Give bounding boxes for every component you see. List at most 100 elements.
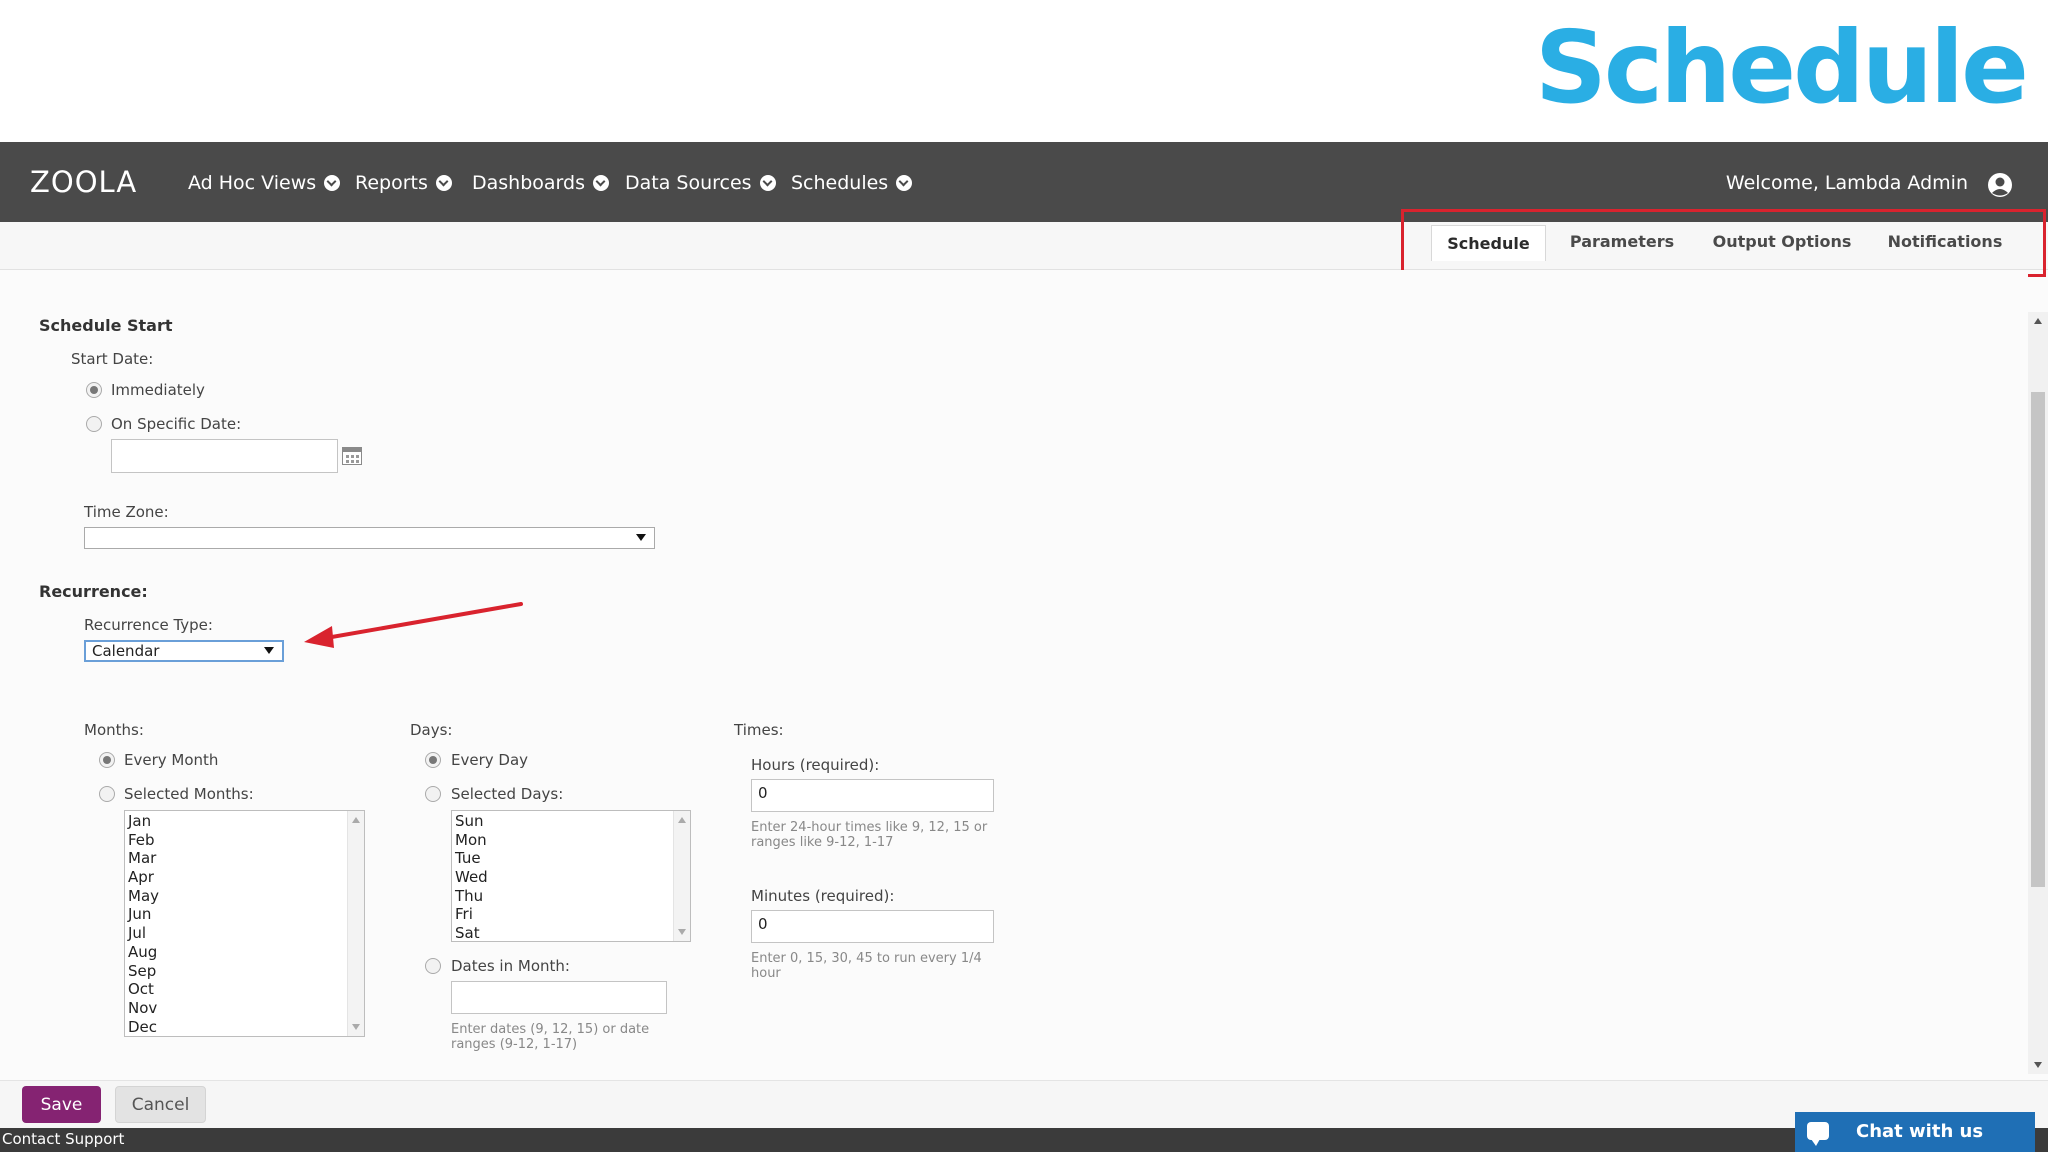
- dropdown-caret-icon: [264, 647, 274, 654]
- contact-support-link[interactable]: Contact Support: [0, 1130, 127, 1148]
- list-item[interactable]: Tue: [452, 849, 690, 868]
- user-account-icon[interactable]: [1987, 172, 2013, 198]
- months-listbox[interactable]: Jan Feb Mar Apr May Jun Jul Aug Sep Oct …: [124, 810, 365, 1037]
- dates-in-month-hint: Enter dates (9, 12, 15) or date ranges (…: [451, 1022, 650, 1052]
- chevron-down-icon: [592, 175, 609, 191]
- nav-data-sources[interactable]: Data Sources: [625, 168, 776, 198]
- dates-in-month-label: Dates in Month:: [451, 957, 570, 975]
- tab-strip: Schedule Parameters Output Options Notif…: [0, 222, 2048, 270]
- annotation-arrow-icon: [304, 602, 523, 648]
- chat-button[interactable]: Chat with us: [1795, 1112, 2035, 1152]
- selected-days-radio[interactable]: [425, 786, 441, 802]
- scroll-down-icon[interactable]: [352, 1024, 360, 1030]
- every-day-radio[interactable]: [425, 752, 441, 768]
- chat-bubble-icon: [1807, 1122, 1829, 1146]
- nav-ad-hoc-views[interactable]: Ad Hoc Views: [188, 168, 341, 198]
- bottom-bar: [0, 1128, 2048, 1152]
- tab-parameters[interactable]: Parameters: [1561, 222, 1683, 260]
- scroll-up-icon[interactable]: [678, 817, 686, 823]
- nav-label: Schedules: [791, 172, 889, 194]
- hours-label: Hours (required):: [751, 756, 880, 774]
- list-item[interactable]: Jun: [125, 905, 364, 924]
- list-item[interactable]: Mar: [125, 849, 364, 868]
- minutes-label: Minutes (required):: [751, 887, 895, 905]
- nav-dashboards[interactable]: Dashboards: [472, 168, 609, 198]
- tab-notifications[interactable]: Notifications: [1880, 222, 2010, 260]
- nav-label: Dashboards: [472, 172, 585, 194]
- save-button[interactable]: Save: [22, 1086, 101, 1123]
- selected-months-radio[interactable]: [99, 786, 115, 802]
- days-listbox[interactable]: Sun Mon Tue Wed Thu Fri Sat: [451, 810, 691, 942]
- recurrence-heading: Recurrence:: [39, 582, 148, 601]
- time-zone-label: Time Zone:: [84, 503, 169, 521]
- scroll-up-icon[interactable]: [2034, 318, 2042, 324]
- overlay-title: Schedule: [1534, 9, 2029, 126]
- list-item[interactable]: Wed: [452, 868, 690, 887]
- scrollbar-thumb[interactable]: [2031, 392, 2045, 887]
- list-item[interactable]: Sun: [452, 812, 690, 831]
- tab-schedule[interactable]: Schedule: [1431, 225, 1546, 261]
- zoola-logo[interactable]: ZOOLA: [30, 162, 154, 202]
- scroll-up-icon[interactable]: [352, 817, 360, 823]
- nav-label: Reports: [355, 172, 428, 194]
- minutes-input[interactable]: 0: [751, 910, 994, 943]
- nav-label: Data Sources: [625, 172, 752, 194]
- dates-in-month-radio[interactable]: [425, 958, 441, 974]
- nav-reports[interactable]: Reports: [355, 168, 452, 198]
- calendar-icon[interactable]: [342, 447, 362, 465]
- list-item[interactable]: Dec: [125, 1018, 364, 1036]
- welcome-text: Welcome, Lambda Admin: [1725, 172, 1968, 194]
- dates-in-month-input[interactable]: [451, 981, 667, 1014]
- list-item[interactable]: May: [125, 887, 364, 906]
- specific-date-input[interactable]: [111, 439, 338, 473]
- title-band: Schedule: [0, 0, 2048, 142]
- start-date-label: Start Date:: [71, 350, 154, 368]
- page-scrollbar[interactable]: [2028, 312, 2048, 1074]
- scroll-down-icon[interactable]: [678, 929, 686, 935]
- hours-input[interactable]: 0: [751, 779, 994, 812]
- recurrence-type-select[interactable]: Calendar: [84, 640, 284, 662]
- list-item[interactable]: Aug: [125, 943, 364, 962]
- selected-months-label: Selected Months:: [124, 785, 254, 803]
- top-navbar: ZOOLA Ad Hoc Views Reports Dashboards Da…: [0, 142, 2048, 222]
- list-item[interactable]: Nov: [125, 999, 364, 1018]
- list-item[interactable]: Feb: [125, 831, 364, 850]
- months-scrollbar[interactable]: [347, 811, 364, 1036]
- chevron-down-icon: [324, 175, 341, 191]
- every-month-label: Every Month: [124, 751, 219, 769]
- minutes-hint: Enter 0, 15, 30, 45 to run every 1/4 hou…: [751, 951, 982, 981]
- days-label: Days:: [410, 721, 453, 739]
- tab-output-options[interactable]: Output Options: [1705, 222, 1859, 260]
- recurrence-type-value: Calendar: [92, 642, 160, 660]
- nav-schedules[interactable]: Schedules: [791, 168, 913, 198]
- specific-date-radio[interactable]: [86, 416, 102, 432]
- list-item[interactable]: Jan: [125, 812, 364, 831]
- times-label: Times:: [734, 721, 784, 739]
- list-item[interactable]: Sep: [125, 962, 364, 981]
- form-footer: [0, 1080, 2048, 1128]
- every-day-label: Every Day: [451, 751, 529, 769]
- recurrence-type-label: Recurrence Type:: [84, 616, 213, 634]
- immediately-label: Immediately: [111, 381, 205, 399]
- time-zone-select[interactable]: [84, 527, 655, 549]
- cancel-button[interactable]: Cancel: [115, 1086, 206, 1123]
- days-scrollbar[interactable]: [673, 811, 690, 941]
- list-item[interactable]: Sat: [452, 924, 690, 941]
- immediately-radio[interactable]: [86, 382, 102, 398]
- logo-text: ZOOLA: [30, 165, 137, 199]
- list-item[interactable]: Apr: [125, 868, 364, 887]
- list-item[interactable]: Jul: [125, 924, 364, 943]
- chat-label: Chat with us: [1856, 1121, 1984, 1142]
- nav-label: Ad Hoc Views: [188, 172, 317, 194]
- months-label: Months:: [84, 721, 144, 739]
- list-item[interactable]: Thu: [452, 887, 690, 906]
- dropdown-caret-icon: [636, 534, 646, 541]
- specific-date-label: On Specific Date:: [111, 415, 242, 433]
- chevron-down-icon: [435, 175, 452, 191]
- list-item[interactable]: Fri: [452, 905, 690, 924]
- every-month-radio[interactable]: [99, 752, 115, 768]
- list-item[interactable]: Mon: [452, 831, 690, 850]
- scroll-down-icon[interactable]: [2034, 1062, 2042, 1068]
- chevron-down-icon: [759, 175, 776, 191]
- list-item[interactable]: Oct: [125, 980, 364, 999]
